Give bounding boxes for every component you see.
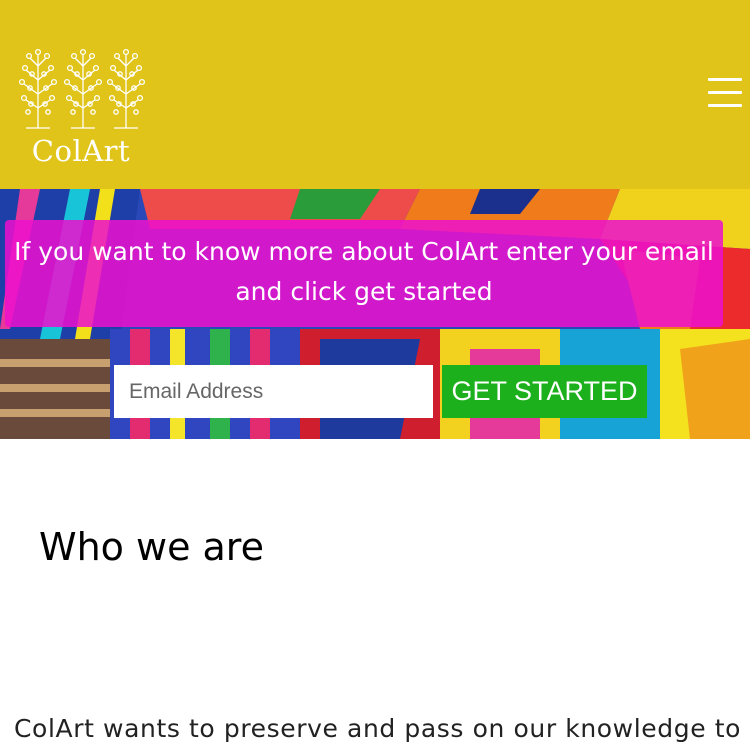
trees-logo-icon (18, 48, 146, 129)
email-input[interactable] (114, 365, 433, 418)
hamburger-menu-icon[interactable] (708, 78, 742, 108)
logo-text[interactable]: ColArt (26, 134, 136, 168)
site-header: ColArt (0, 0, 750, 189)
section-title: Who we are (39, 525, 264, 569)
intro-paragraph: ColArt wants to preserve and pass on our… (14, 714, 742, 743)
hero-section: If you want to know more about ColArt en… (0, 189, 750, 439)
get-started-button[interactable]: GET STARTED (442, 365, 647, 418)
signup-banner: If you want to know more about ColArt en… (5, 220, 723, 327)
